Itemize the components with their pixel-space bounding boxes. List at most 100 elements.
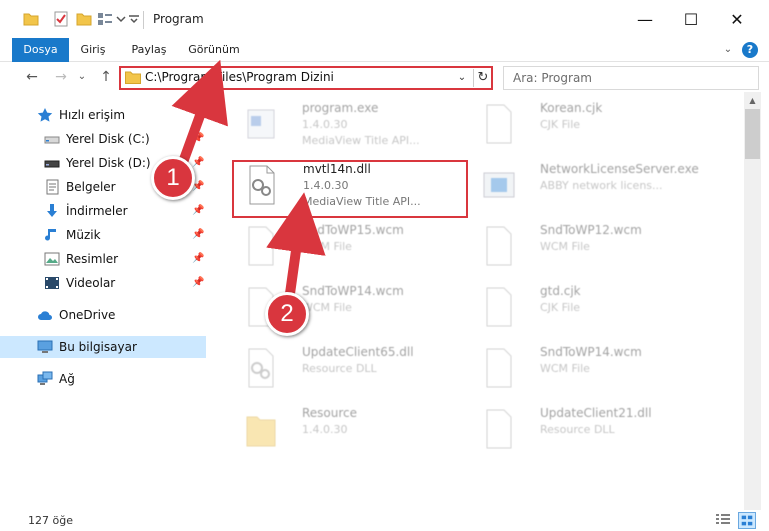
file-name: NetworkLicenseServer.exe bbox=[540, 162, 699, 176]
file-item[interactable]: SndToWP12.wcm WCM File bbox=[469, 220, 707, 278]
status-bar: 127 öğe bbox=[0, 510, 769, 531]
file-description: MediaView Title API... bbox=[302, 134, 420, 147]
file-name: SndToWP12.wcm bbox=[540, 223, 642, 237]
vertical-scrollbar[interactable]: ▲ bbox=[744, 92, 761, 510]
folder-icon bbox=[125, 71, 141, 84]
minimize-button[interactable]: — bbox=[622, 0, 668, 38]
pictures-icon bbox=[44, 252, 60, 266]
refresh-button[interactable]: ↻ bbox=[475, 68, 491, 88]
file-item[interactable]: UpdateClient21.dll Resource DLL bbox=[469, 403, 707, 461]
generic-file-icon bbox=[486, 226, 512, 266]
window-title: Program bbox=[153, 12, 204, 26]
view-options-icon[interactable] bbox=[97, 11, 113, 27]
item-count: 127 öğe bbox=[28, 514, 73, 527]
pin-icon: 📌 bbox=[192, 277, 205, 288]
recent-locations-button[interactable]: ⌄ bbox=[75, 67, 89, 87]
address-dropdown-icon[interactable]: ⌄ bbox=[455, 69, 469, 87]
file-name: UpdateClient65.dll bbox=[302, 345, 414, 359]
file-item[interactable]: program.exe 1.4.0.30 MediaView Title API… bbox=[231, 98, 469, 156]
tab-share[interactable]: Paylaş bbox=[128, 38, 170, 62]
sidebar-item-label: Bu bilgisayar bbox=[59, 340, 137, 354]
up-button[interactable]: ↑ bbox=[96, 67, 116, 87]
file-name: SndToWP14.wcm bbox=[540, 345, 642, 359]
pin-icon: 📌 bbox=[192, 157, 205, 168]
file-name: UpdateClient21.dll bbox=[540, 406, 652, 420]
close-button[interactable]: ✕ bbox=[714, 0, 760, 38]
drive-icon bbox=[44, 160, 60, 168]
file-item[interactable]: gtd.cjk CJK File bbox=[469, 281, 707, 339]
pin-icon: 📌 bbox=[192, 253, 205, 264]
file-type: Resource DLL bbox=[540, 423, 615, 436]
step-badge-1: 1 bbox=[151, 156, 195, 200]
address-path[interactable]: C:\Program Files\Program Dizini bbox=[145, 70, 334, 84]
tab-home[interactable]: Giriş bbox=[75, 38, 111, 62]
back-button[interactable]: ← bbox=[22, 67, 42, 87]
search-input[interactable]: Ara: Program bbox=[513, 71, 592, 85]
sidebar-item-label: Ağ bbox=[59, 372, 75, 386]
file-name: SndToWP15.wcm bbox=[302, 223, 404, 237]
generic-file-icon bbox=[248, 226, 274, 266]
search-box[interactable]: Ara: Program bbox=[503, 66, 759, 90]
sidebar-item-label: Müzik bbox=[66, 228, 101, 242]
generic-file-icon bbox=[486, 104, 512, 144]
expand-ribbon-icon[interactable]: ⌄ bbox=[721, 43, 735, 57]
customize-toolbar-icon[interactable] bbox=[126, 11, 142, 27]
scroll-thumb[interactable] bbox=[745, 109, 760, 159]
sidebar-item-label: Yerel Disk (C:) bbox=[66, 132, 150, 146]
tab-view[interactable]: Görünüm bbox=[183, 38, 245, 62]
sidebar-item-downloads[interactable]: İndirmeler 📌 bbox=[0, 200, 206, 222]
file-type: CJK File bbox=[540, 118, 581, 131]
documents-icon bbox=[46, 179, 59, 195]
title-separator bbox=[143, 11, 144, 29]
file-type: WCM File bbox=[540, 362, 590, 375]
pin-icon: 📌 bbox=[192, 205, 205, 216]
ribbon-tabs: Dosya Giriş Paylaş Görünüm ⌄ ? bbox=[0, 38, 769, 62]
new-folder-icon[interactable] bbox=[76, 11, 92, 27]
sidebar-item-onedrive[interactable]: OneDrive bbox=[0, 304, 206, 326]
file-item[interactable]: SndToWP15.wcm WCM File bbox=[231, 220, 469, 278]
file-item[interactable]: UpdateClient65.dll Resource DLL bbox=[231, 342, 469, 400]
file-type: CJK File bbox=[540, 301, 581, 314]
file-item[interactable]: NetworkLicenseServer.exe ABBY network li… bbox=[469, 159, 707, 217]
scroll-up-icon[interactable]: ▲ bbox=[744, 92, 761, 109]
videos-icon bbox=[45, 277, 59, 289]
computer-icon bbox=[37, 340, 53, 353]
file-item[interactable]: SndToWP14.wcm WCM File bbox=[469, 342, 707, 400]
music-icon bbox=[45, 229, 56, 241]
file-type: WCM File bbox=[302, 301, 352, 314]
file-type: WCM File bbox=[540, 240, 590, 253]
sidebar-item-music[interactable]: Müzik 📌 bbox=[0, 224, 206, 246]
folder-file-icon bbox=[246, 416, 276, 447]
sidebar-item-label: Yerel Disk (D:) bbox=[66, 156, 151, 170]
sidebar-item-label: İndirmeler bbox=[66, 204, 128, 218]
sidebar-item-videos[interactable]: Videolar 📌 bbox=[0, 272, 206, 294]
details-view-icon[interactable] bbox=[715, 513, 731, 528]
properties-icon[interactable] bbox=[53, 11, 69, 27]
sidebar-item-network[interactable]: Ağ bbox=[0, 368, 206, 390]
file-version: 1.4.0.30 bbox=[302, 423, 348, 436]
sidebar-item-disk-c[interactable]: Yerel Disk (C:) 📌 bbox=[0, 128, 206, 150]
forward-button[interactable]: → bbox=[51, 67, 71, 87]
sidebar-item-label: Hızlı erişim bbox=[59, 108, 126, 122]
sidebar-item-pictures[interactable]: Resimler 📌 bbox=[0, 248, 206, 270]
sidebar-item-this-pc[interactable]: Bu bilgisayar bbox=[0, 336, 206, 358]
sidebar-item-label: OneDrive bbox=[59, 308, 116, 322]
address-separator bbox=[473, 69, 474, 87]
dll-icon bbox=[486, 409, 512, 449]
maximize-button[interactable]: ☐ bbox=[668, 0, 714, 38]
file-item[interactable]: Korean.cjk CJK File bbox=[469, 98, 707, 156]
address-bar[interactable]: C:\Program Files\Program Dizini ⌄ ↻ bbox=[119, 66, 493, 90]
network-icon bbox=[37, 371, 53, 385]
title-bar: Program — ☐ ✕ bbox=[0, 0, 769, 38]
dll-icon bbox=[248, 348, 274, 388]
sidebar-item-quick-access[interactable]: Hızlı erişim bbox=[0, 104, 206, 126]
file-item[interactable]: Resource 1.4.0.30 bbox=[231, 403, 469, 461]
file-name: Resource bbox=[302, 406, 358, 420]
pin-icon: 📌 bbox=[192, 229, 205, 240]
file-description: ABBY network licens... bbox=[540, 179, 663, 192]
tab-file[interactable]: Dosya bbox=[12, 38, 69, 62]
large-icons-view-icon[interactable] bbox=[738, 512, 756, 529]
drive-icon bbox=[44, 136, 60, 144]
pin-icon: 📌 bbox=[192, 133, 205, 144]
help-icon[interactable]: ? bbox=[742, 42, 758, 58]
